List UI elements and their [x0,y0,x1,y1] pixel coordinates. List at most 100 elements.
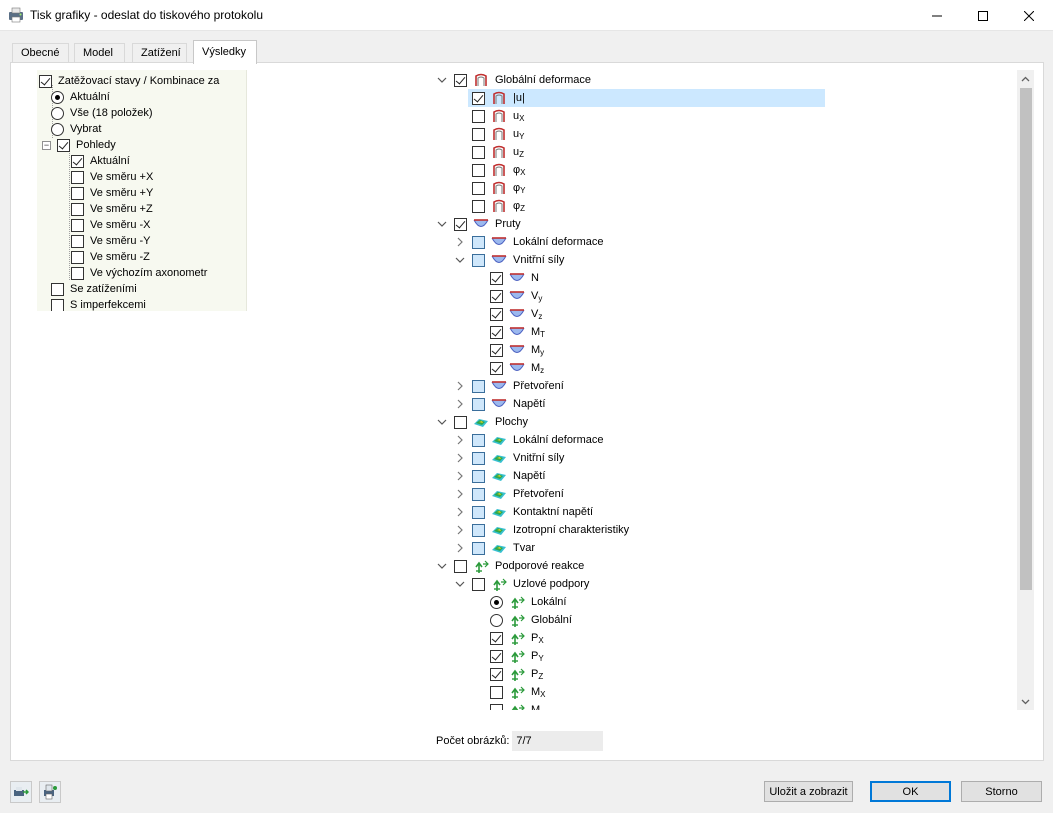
tree-item-member-internal-forces[interactable]: Vnitřní síly [454,251,564,269]
surface-item[interactable]: Kontaktní napětí [454,503,593,521]
tree-item-support-reactions[interactable]: Podporové reakce [436,557,584,575]
tree-item-surfaces[interactable]: Plochy [436,413,528,431]
chevron-right-icon[interactable] [454,470,466,482]
checkbox[interactable] [472,433,485,447]
gd-item[interactable]: φY [472,179,525,197]
vertical-scrollbar[interactable] [1017,70,1034,710]
close-button[interactable] [1006,0,1052,31]
checkbox[interactable] [490,271,503,285]
gd-item[interactable]: uY [472,125,524,143]
checkbox[interactable] [454,73,467,87]
checkbox[interactable] [490,667,503,681]
reaction-item[interactable]: M [490,701,540,710]
surface-item[interactable]: Izotropní charakteristiky [454,521,629,539]
gd-item[interactable]: |u| [468,89,824,107]
radio-local[interactable]: Lokální [490,593,566,611]
checkbox[interactable] [490,325,503,339]
surface-item[interactable]: Vnitřní síly [454,449,564,467]
tree-item-nodal-supports[interactable]: Uzlové podpory [454,575,589,593]
chevron-right-icon[interactable] [454,434,466,446]
radio[interactable] [51,90,64,104]
maximize-button[interactable] [960,0,1006,31]
chevron-right-icon[interactable] [454,524,466,536]
chevron-down-icon[interactable] [436,74,448,86]
chevron-down-icon[interactable] [436,218,448,230]
checkbox[interactable] [472,397,485,411]
checkbox[interactable] [472,199,485,213]
checkbox[interactable] [472,127,485,141]
checkbox[interactable] [71,250,84,264]
checkbox[interactable] [472,109,485,123]
tree-item-member-stresses[interactable]: Napětí [454,395,545,413]
surface-item[interactable]: Napětí [454,467,545,485]
chevron-right-icon[interactable] [454,542,466,554]
checkbox[interactable] [472,163,485,177]
checkbox[interactable] [454,217,467,231]
checkbox[interactable] [454,559,467,573]
checkbox[interactable] [51,282,64,296]
chevron-down-icon[interactable] [454,254,466,266]
tab-results[interactable]: Výsledky [193,40,257,64]
cancel-button[interactable]: Storno [961,781,1042,802]
tree-item-member-local-deformation[interactable]: Lokální deformace [454,233,604,251]
if-item[interactable]: Mz [490,359,544,377]
surface-item[interactable]: Lokální deformace [454,431,604,449]
gd-item[interactable]: φZ [472,197,525,215]
checkbox[interactable] [472,145,485,159]
chevron-down-icon[interactable] [436,416,448,428]
radio-global[interactable]: Globální [490,611,572,629]
ok-button[interactable]: OK [870,781,951,802]
checkbox[interactable] [71,154,84,168]
checkbox[interactable] [71,234,84,248]
radio[interactable] [51,122,64,136]
checkbox[interactable] [472,451,485,465]
print-settings-button[interactable] [10,781,32,803]
checkbox[interactable] [472,181,485,195]
tree-item-global-deformation[interactable]: Globální deformace [436,71,591,89]
checkbox[interactable] [490,649,503,663]
radio[interactable] [51,106,64,120]
checkbox[interactable] [490,289,503,303]
tree-item-members[interactable]: Pruty [436,215,521,233]
checkbox[interactable] [454,415,467,429]
chevron-right-icon[interactable] [454,380,466,392]
reaction-item[interactable]: PX [490,629,544,647]
chevron-right-icon[interactable] [454,398,466,410]
checkbox[interactable] [472,541,485,555]
reaction-item[interactable]: MX [490,683,546,701]
gd-item[interactable]: φX [472,161,525,179]
checkbox[interactable] [71,186,84,200]
checkbox[interactable] [490,343,503,357]
checkbox[interactable] [71,266,84,280]
tab-general[interactable]: Obecné [12,43,69,63]
checkbox[interactable] [472,469,485,483]
if-item[interactable]: MT [490,323,545,341]
print-preview-button[interactable] [39,781,61,803]
checkbox[interactable] [51,298,64,311]
checkbox[interactable] [71,202,84,216]
chevron-down-icon[interactable] [454,578,466,590]
scroll-thumb[interactable] [1020,88,1032,590]
if-item[interactable]: My [490,341,544,359]
checkbox[interactable] [472,505,485,519]
surface-item[interactable]: Tvar [454,539,535,557]
checkbox[interactable] [472,253,485,267]
minimize-button[interactable] [914,0,960,31]
if-item[interactable]: Vz [490,305,542,323]
scroll-down-icon[interactable] [1017,693,1034,710]
checkbox[interactable] [472,235,485,249]
chevron-right-icon[interactable] [454,488,466,500]
checkbox[interactable] [490,685,503,699]
checkbox[interactable] [490,703,503,710]
checkbox[interactable] [490,361,503,375]
checkbox[interactable] [472,523,485,537]
checkbox[interactable] [472,487,485,501]
surface-item[interactable]: Přetvoření [454,485,564,503]
save-and-show-button[interactable]: Uložit a zobrazit [764,781,853,802]
if-item[interactable]: Vy [490,287,542,305]
checkbox[interactable] [472,91,485,105]
checkbox[interactable] [472,379,485,393]
chevron-right-icon[interactable] [454,236,466,248]
gd-item[interactable]: uX [472,107,524,125]
tree-item-member-strains[interactable]: Přetvoření [454,377,564,395]
